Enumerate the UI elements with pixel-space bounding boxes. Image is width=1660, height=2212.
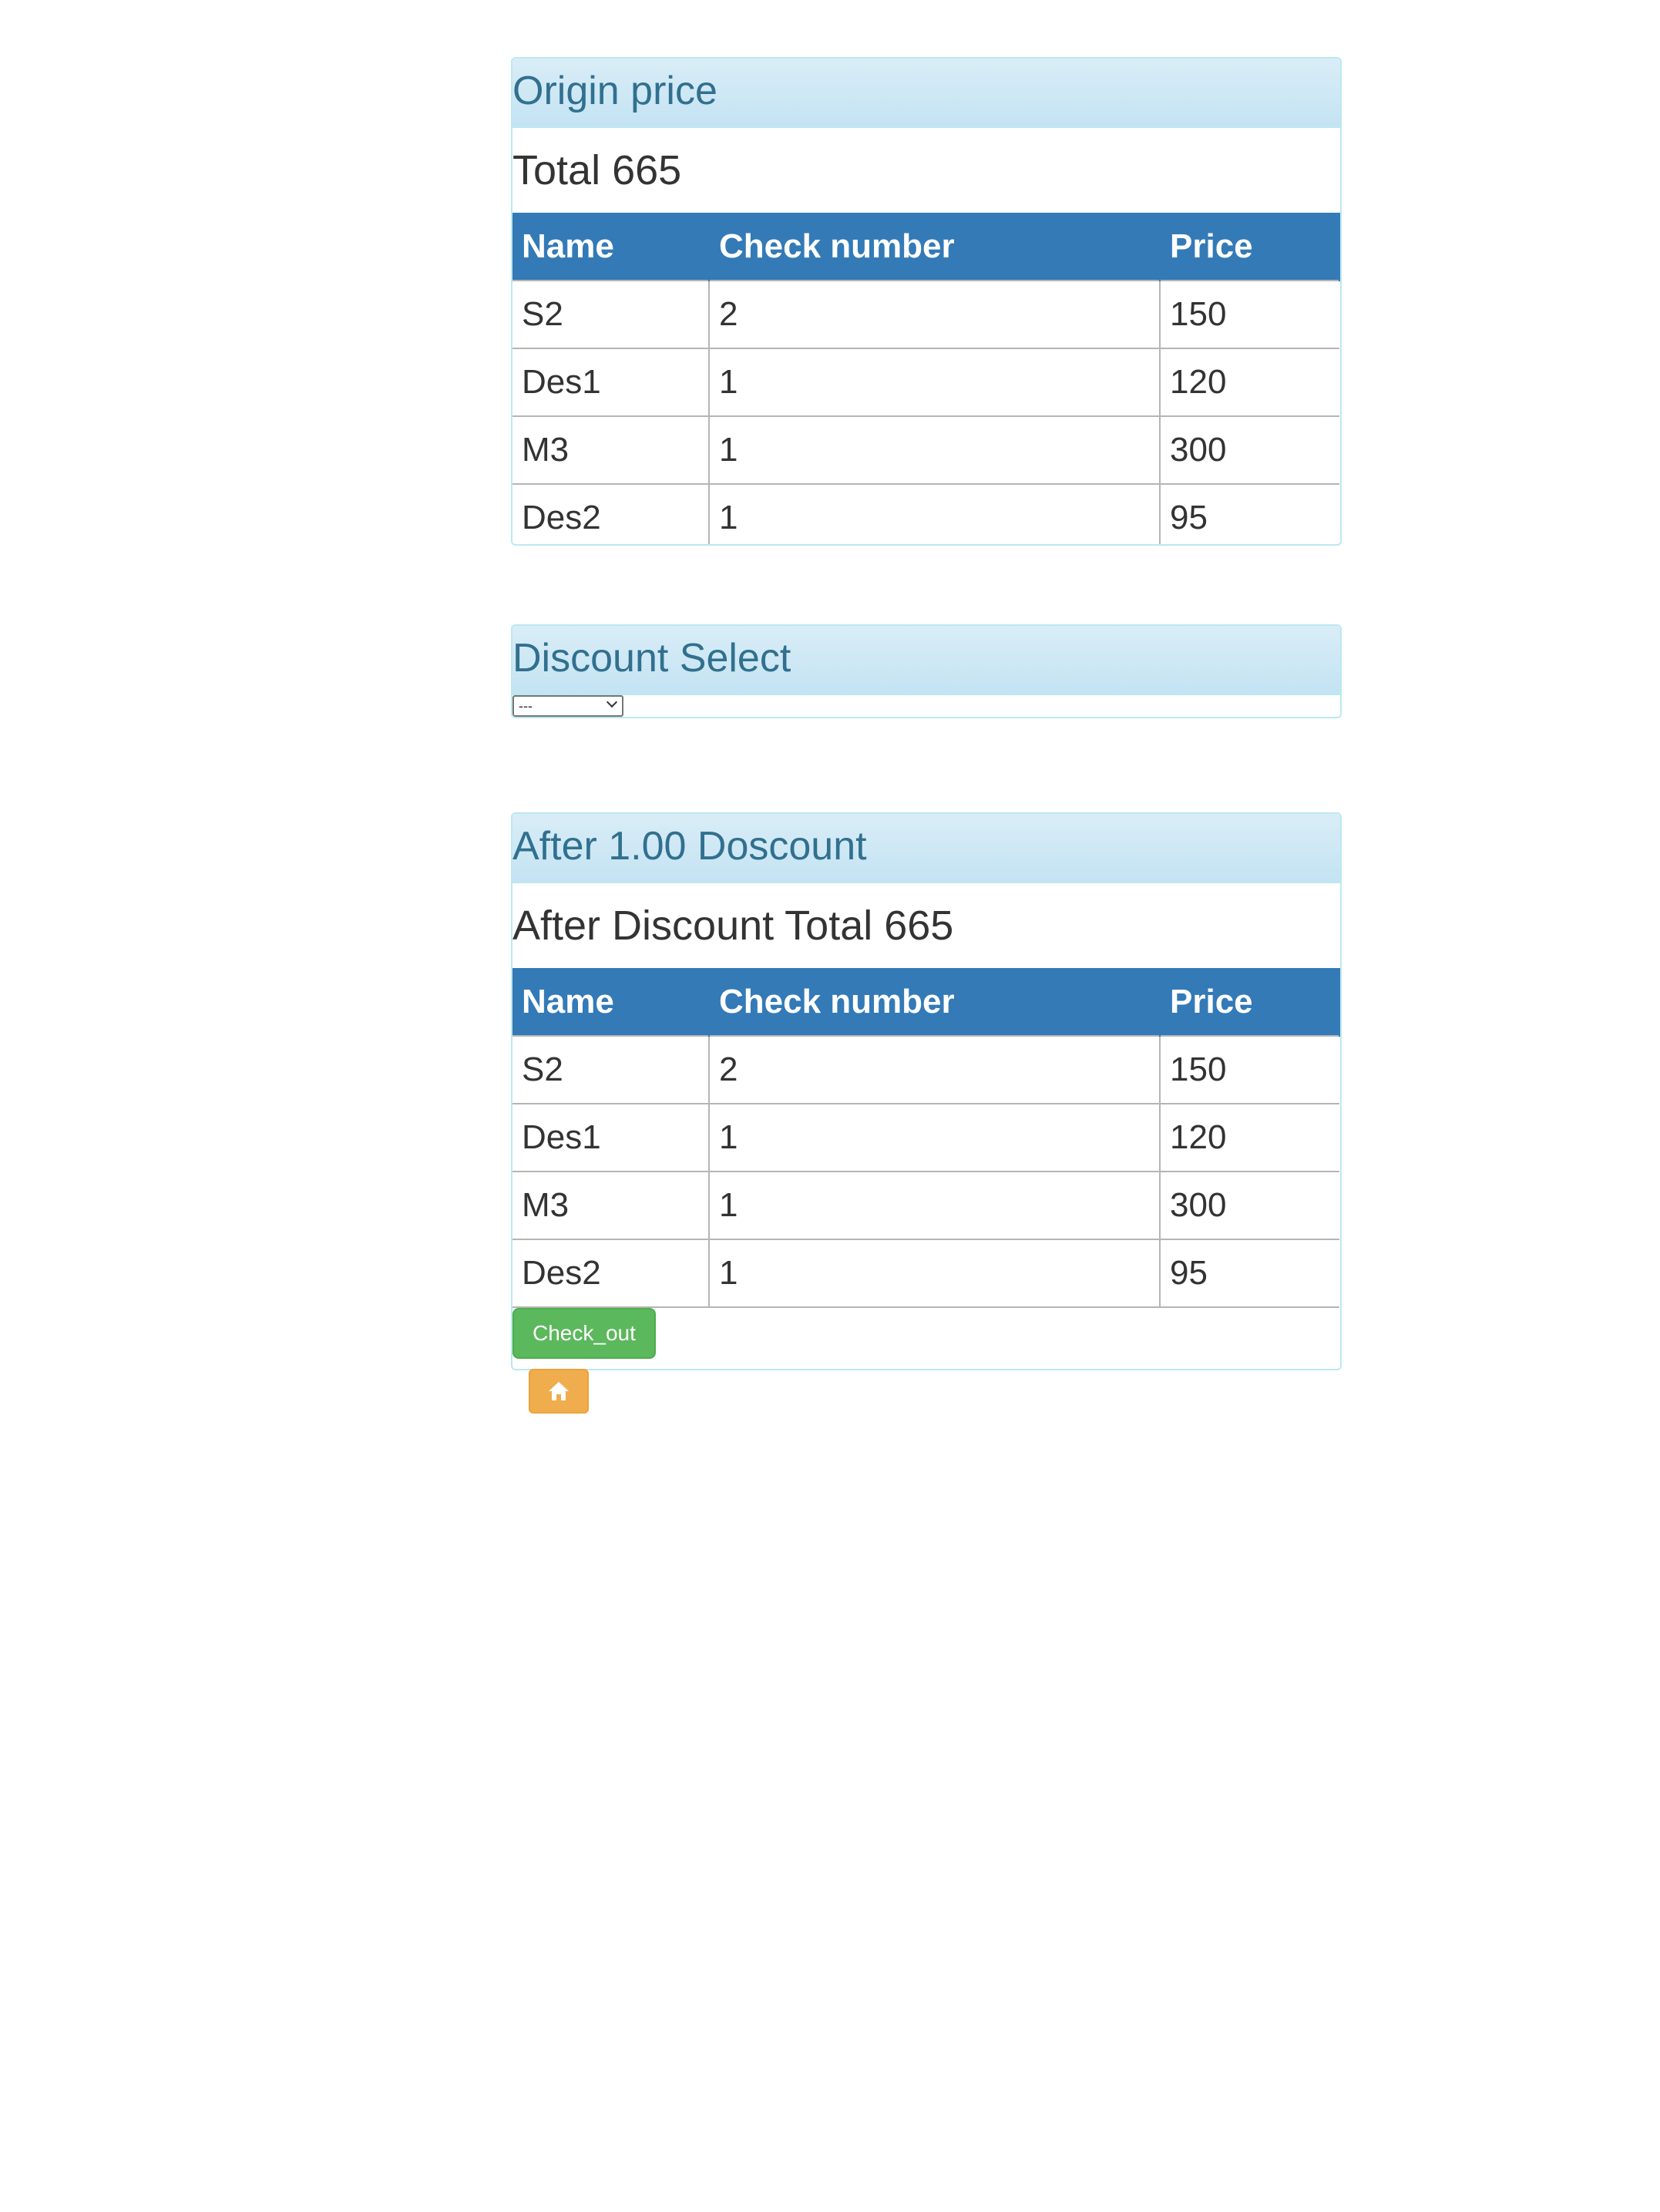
checkout-button[interactable]: Check_out	[512, 1308, 656, 1359]
table-row: S2 2 150	[512, 1035, 1339, 1104]
column-header-name: Name	[512, 213, 710, 281]
table-row: Des1 1 120	[512, 1103, 1339, 1172]
after-discount-items-table: Name Check number Price S2 2 150 Des1 1 …	[512, 968, 1340, 1308]
column-header-price: Price	[1160, 968, 1340, 1036]
discount-select-panel: Discount Select ---	[511, 624, 1342, 718]
after-discount-panel: After 1.00 Doscount After Discount Total…	[511, 812, 1342, 1370]
discount-select-dropdown[interactable]: ---	[512, 695, 623, 717]
table-header-row: Name Check number Price	[512, 968, 1340, 1036]
origin-price-heading: Origin price	[512, 59, 1340, 128]
cell-name: M3	[512, 415, 710, 485]
table-row: Des1 1 120	[512, 348, 1339, 417]
cell-price: 150	[1159, 1035, 1339, 1104]
cell-check-number: 1	[708, 1103, 1161, 1172]
column-header-check-number: Check number	[709, 968, 1161, 1036]
cell-price: 300	[1159, 415, 1339, 485]
cell-check-number: 1	[708, 415, 1161, 485]
after-discount-total: After Discount Total 665	[512, 903, 954, 949]
cell-name: Des2	[512, 483, 710, 544]
cell-name: S2	[512, 1035, 710, 1104]
discount-select-title: Discount Select	[512, 636, 791, 681]
cell-check-number: 2	[708, 280, 1161, 349]
cell-check-number: 1	[708, 1239, 1161, 1308]
table-row: M3 1 300	[512, 415, 1339, 485]
discount-select-value: ---	[519, 698, 533, 714]
discount-select-heading: Discount Select	[512, 626, 1340, 695]
origin-price-panel: Origin price Total 665 Name Check number…	[511, 57, 1342, 546]
table-row: S2 2 150	[512, 280, 1339, 349]
cell-price: 95	[1159, 483, 1339, 544]
home-button[interactable]	[529, 1369, 589, 1414]
origin-price-title: Origin price	[512, 69, 717, 113]
cell-price: 95	[1159, 1239, 1339, 1308]
chevron-down-icon	[606, 696, 618, 708]
column-header-name: Name	[512, 968, 710, 1036]
origin-total: Total 665	[512, 147, 682, 193]
home-icon	[549, 1382, 569, 1400]
cell-check-number: 1	[708, 348, 1161, 417]
cell-price: 300	[1159, 1171, 1339, 1240]
column-header-check-number: Check number	[709, 213, 1161, 281]
cell-check-number: 1	[708, 1171, 1161, 1240]
cell-name: S2	[512, 280, 710, 349]
after-discount-title: After 1.00 Doscount	[512, 824, 867, 869]
after-discount-heading: After 1.00 Doscount	[512, 814, 1340, 883]
cell-check-number: 2	[708, 1035, 1161, 1104]
cell-name: Des1	[512, 1103, 710, 1172]
column-header-price: Price	[1160, 213, 1340, 281]
cell-name: Des2	[512, 1239, 710, 1308]
cell-check-number: 1	[708, 483, 1161, 544]
cell-name: M3	[512, 1171, 710, 1240]
table-header-row: Name Check number Price	[512, 213, 1340, 281]
cell-price: 120	[1159, 1103, 1339, 1172]
table-row: Des2 1 95	[512, 483, 1339, 544]
cell-price: 120	[1159, 348, 1339, 417]
origin-items-table: Name Check number Price S2 2 150 Des1 1 …	[512, 213, 1340, 544]
cell-price: 150	[1159, 280, 1339, 349]
cell-name: Des1	[512, 348, 710, 417]
table-row: M3 1 300	[512, 1171, 1339, 1240]
table-row: Des2 1 95	[512, 1239, 1339, 1308]
